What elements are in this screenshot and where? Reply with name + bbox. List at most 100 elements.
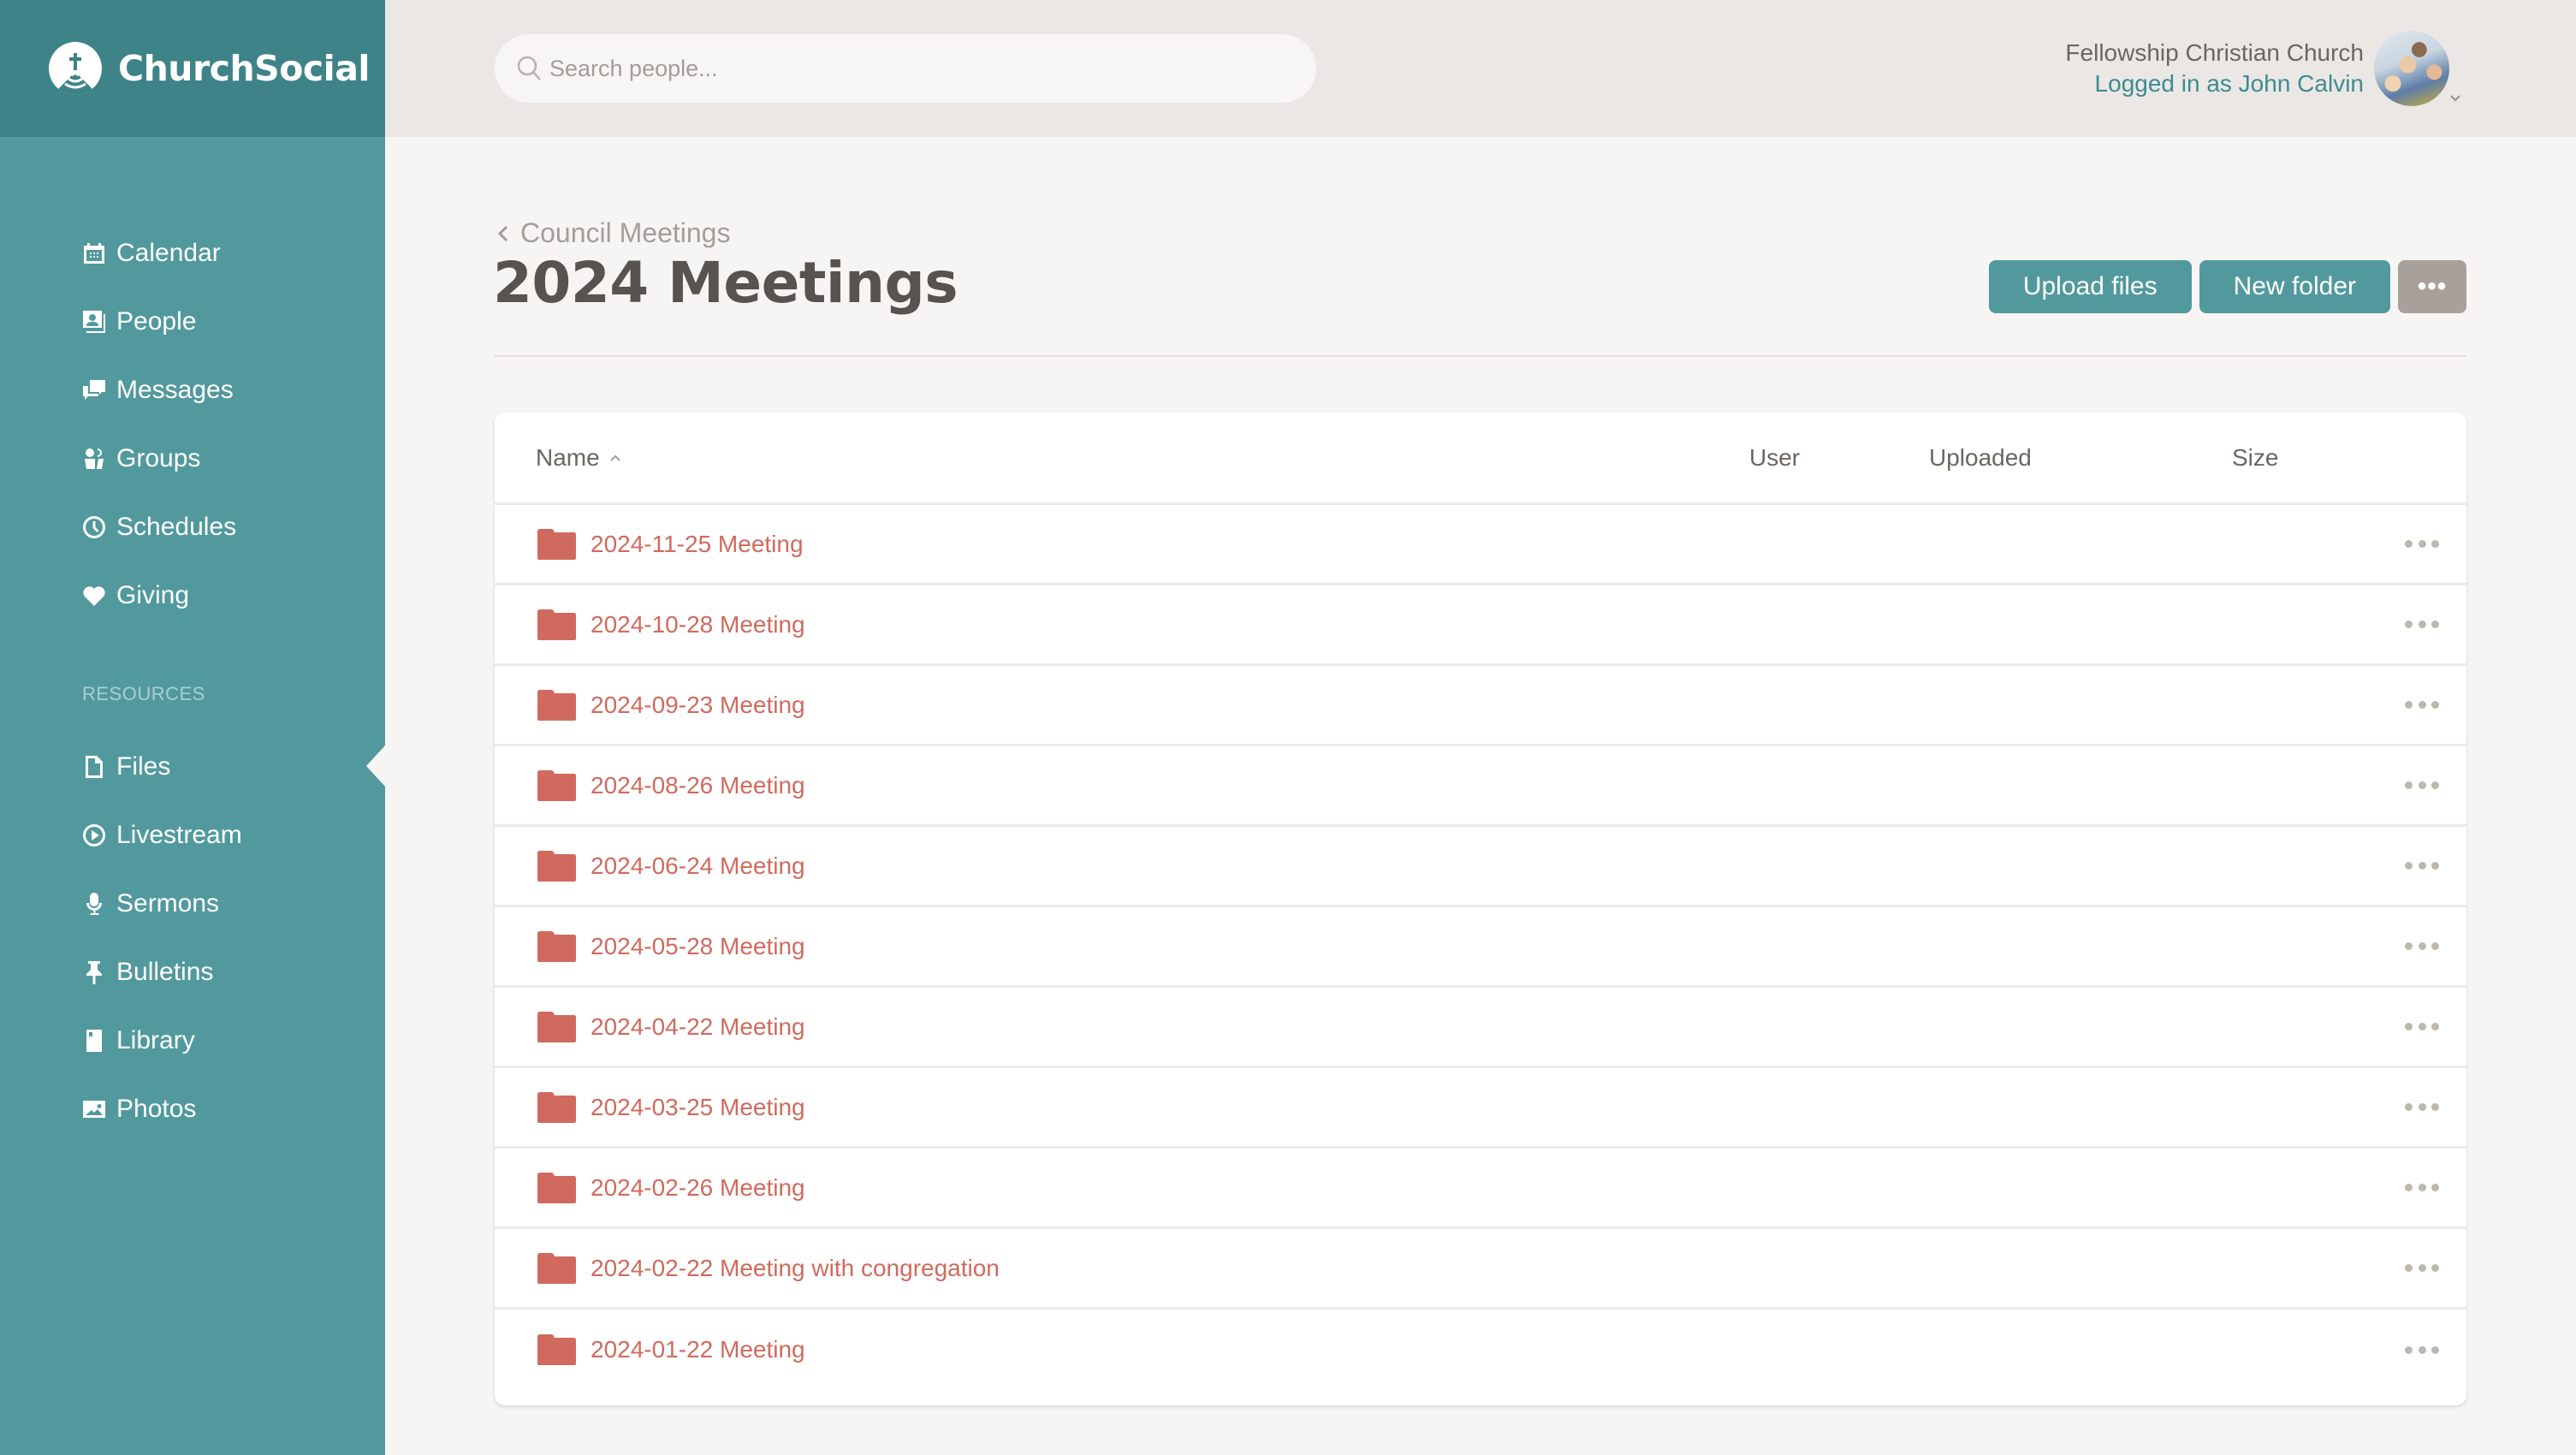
avatar[interactable] (2374, 31, 2449, 106)
sidebar-item-files[interactable]: Files (82, 745, 170, 788)
folder-icon (537, 1011, 576, 1042)
sidebar-item-label: Bulletins (116, 958, 214, 986)
ellipsis-dot (2418, 1023, 2426, 1030)
folder-name[interactable]: 2024-02-26 Meeting (591, 1174, 805, 1202)
ellipsis-dot (2431, 862, 2439, 870)
sidebar-item-schedules[interactable]: Schedules (82, 506, 236, 549)
upload-files-button[interactable]: Upload files (1988, 260, 2192, 313)
groups-icon (82, 447, 106, 471)
folder-name[interactable]: 2024-10-28 Meeting (591, 611, 805, 638)
table-row[interactable]: 2024-09-23 Meeting (495, 666, 2466, 746)
ellipsis-dot (2405, 942, 2413, 950)
church-cross-icon (49, 42, 102, 95)
brand[interactable]: ChurchSocial (0, 0, 385, 137)
table-row[interactable]: 2024-04-22 Meeting (495, 988, 2466, 1068)
row-more-button[interactable] (2405, 697, 2439, 714)
search-icon (517, 56, 541, 80)
ellipsis-dot (2405, 862, 2413, 870)
account-menu-button[interactable] (2442, 86, 2468, 111)
sidebar-item-groups[interactable]: Groups (82, 437, 200, 480)
sidebar-item-bulletins[interactable]: Bulletins (82, 951, 213, 994)
sidebar-item-library[interactable]: Library (82, 1019, 195, 1062)
table-row[interactable]: 2024-11-25 Meeting (495, 505, 2466, 585)
sidebar-item-label: Groups (116, 444, 201, 472)
column-header-name[interactable]: Name (536, 444, 622, 472)
folder-icon (537, 769, 576, 801)
column-header-uploaded[interactable]: Uploaded (1929, 444, 2032, 472)
row-more-button[interactable] (2405, 616, 2439, 633)
row-more-button[interactable] (2405, 536, 2439, 553)
ellipsis-dot (2405, 1184, 2413, 1191)
folder-icon (537, 609, 576, 640)
folder-name[interactable]: 2024-05-28 Meeting (591, 933, 805, 960)
new-folder-button[interactable]: New folder (2199, 260, 2390, 313)
sidebar-item-label: Giving (116, 581, 190, 609)
search-box[interactable] (495, 34, 1316, 103)
folder-name[interactable]: 2024-08-26 Meeting (591, 772, 805, 799)
row-more-button[interactable] (2405, 938, 2439, 955)
ellipsis-dot (2418, 1184, 2426, 1191)
chevron-down-icon (2450, 95, 2460, 102)
people-icon (82, 310, 106, 334)
ellipsis-dot (2431, 781, 2439, 789)
table-row[interactable]: 2024-10-28 Meeting (495, 585, 2466, 666)
table-row[interactable]: 2024-02-22 Meeting with congregation (495, 1229, 2466, 1310)
account-info: Fellowship Christian Church Logged in as… (2065, 38, 2364, 99)
row-more-button[interactable] (2405, 1260, 2439, 1277)
table-row[interactable]: 2024-03-25 Meeting (495, 1068, 2466, 1149)
heart-icon (82, 584, 106, 608)
sidebar-item-giving[interactable]: Giving (82, 574, 189, 617)
breadcrumb[interactable]: Council Meetings (495, 217, 730, 249)
header-divider (495, 355, 2466, 357)
search-input[interactable] (549, 55, 1303, 82)
ellipsis-dot (2405, 540, 2413, 548)
row-more-button[interactable] (2405, 777, 2439, 794)
folder-name[interactable]: 2024-04-22 Meeting (591, 1013, 805, 1041)
row-more-button[interactable] (2405, 1099, 2439, 1116)
ellipsis-dot (2405, 1264, 2413, 1272)
microphone-icon (82, 892, 106, 916)
row-more-button[interactable] (2405, 1018, 2439, 1036)
sidebar-item-messages[interactable]: Messages (82, 369, 234, 412)
sidebar-item-label: Calendar (116, 239, 221, 267)
folder-icon (537, 1172, 576, 1203)
ellipsis-dot (2431, 1264, 2439, 1272)
folder-name[interactable]: 2024-03-25 Meeting (591, 1094, 805, 1121)
sidebar-item-photos[interactable]: Photos (82, 1088, 196, 1131)
ellipsis-dot (2418, 540, 2426, 548)
table-row[interactable]: 2024-02-26 Meeting (495, 1149, 2466, 1229)
column-header-user[interactable]: User (1749, 444, 1800, 472)
folder-icon (537, 850, 576, 882)
ellipsis-dot (2405, 621, 2413, 628)
folder-name[interactable]: 2024-02-22 Meeting with congregation (591, 1255, 1000, 1282)
sidebar-item-calendar[interactable]: Calendar (82, 232, 221, 275)
folder-name[interactable]: 2024-06-24 Meeting (591, 852, 805, 880)
table-row[interactable]: 2024-08-26 Meeting (495, 746, 2466, 827)
ellipsis-dot (2431, 1345, 2439, 1354)
pin-icon (82, 960, 106, 984)
more-actions-button[interactable]: ••• (2398, 260, 2466, 313)
sidebar-item-people[interactable]: People (82, 300, 196, 343)
row-more-button[interactable] (2405, 858, 2439, 875)
sidebar-item-sermons[interactable]: Sermons (82, 882, 219, 925)
ellipsis-dot (2405, 1103, 2413, 1111)
table-row[interactable]: 2024-05-28 Meeting (495, 907, 2466, 988)
ellipsis-dot (2405, 781, 2413, 789)
table-row[interactable]: 2024-06-24 Meeting (495, 827, 2466, 907)
sidebar-item-livestream[interactable]: Livestream (82, 814, 242, 857)
page-actions: Upload files New folder ••• (1988, 260, 2466, 313)
sidebar-item-label: Messages (116, 376, 234, 404)
sidebar-item-label: Library (116, 1026, 195, 1054)
folder-name[interactable]: 2024-11-25 Meeting (591, 531, 804, 558)
table-row[interactable]: 2024-01-22 Meeting (495, 1310, 2466, 1390)
row-more-button[interactable] (2405, 1179, 2439, 1197)
logged-in-user[interactable]: Logged in as John Calvin (2065, 68, 2364, 99)
ellipsis-dot (2405, 1023, 2413, 1030)
page-title: 2024 Meetings (493, 250, 959, 316)
folder-name[interactable]: 2024-01-22 Meeting (591, 1336, 805, 1363)
folder-name[interactable]: 2024-09-23 Meeting (591, 692, 805, 719)
column-header-size[interactable]: Size (2232, 444, 2278, 472)
folder-icon (537, 1091, 576, 1123)
folder-icon (537, 1334, 576, 1365)
row-more-button[interactable] (2405, 1341, 2439, 1358)
